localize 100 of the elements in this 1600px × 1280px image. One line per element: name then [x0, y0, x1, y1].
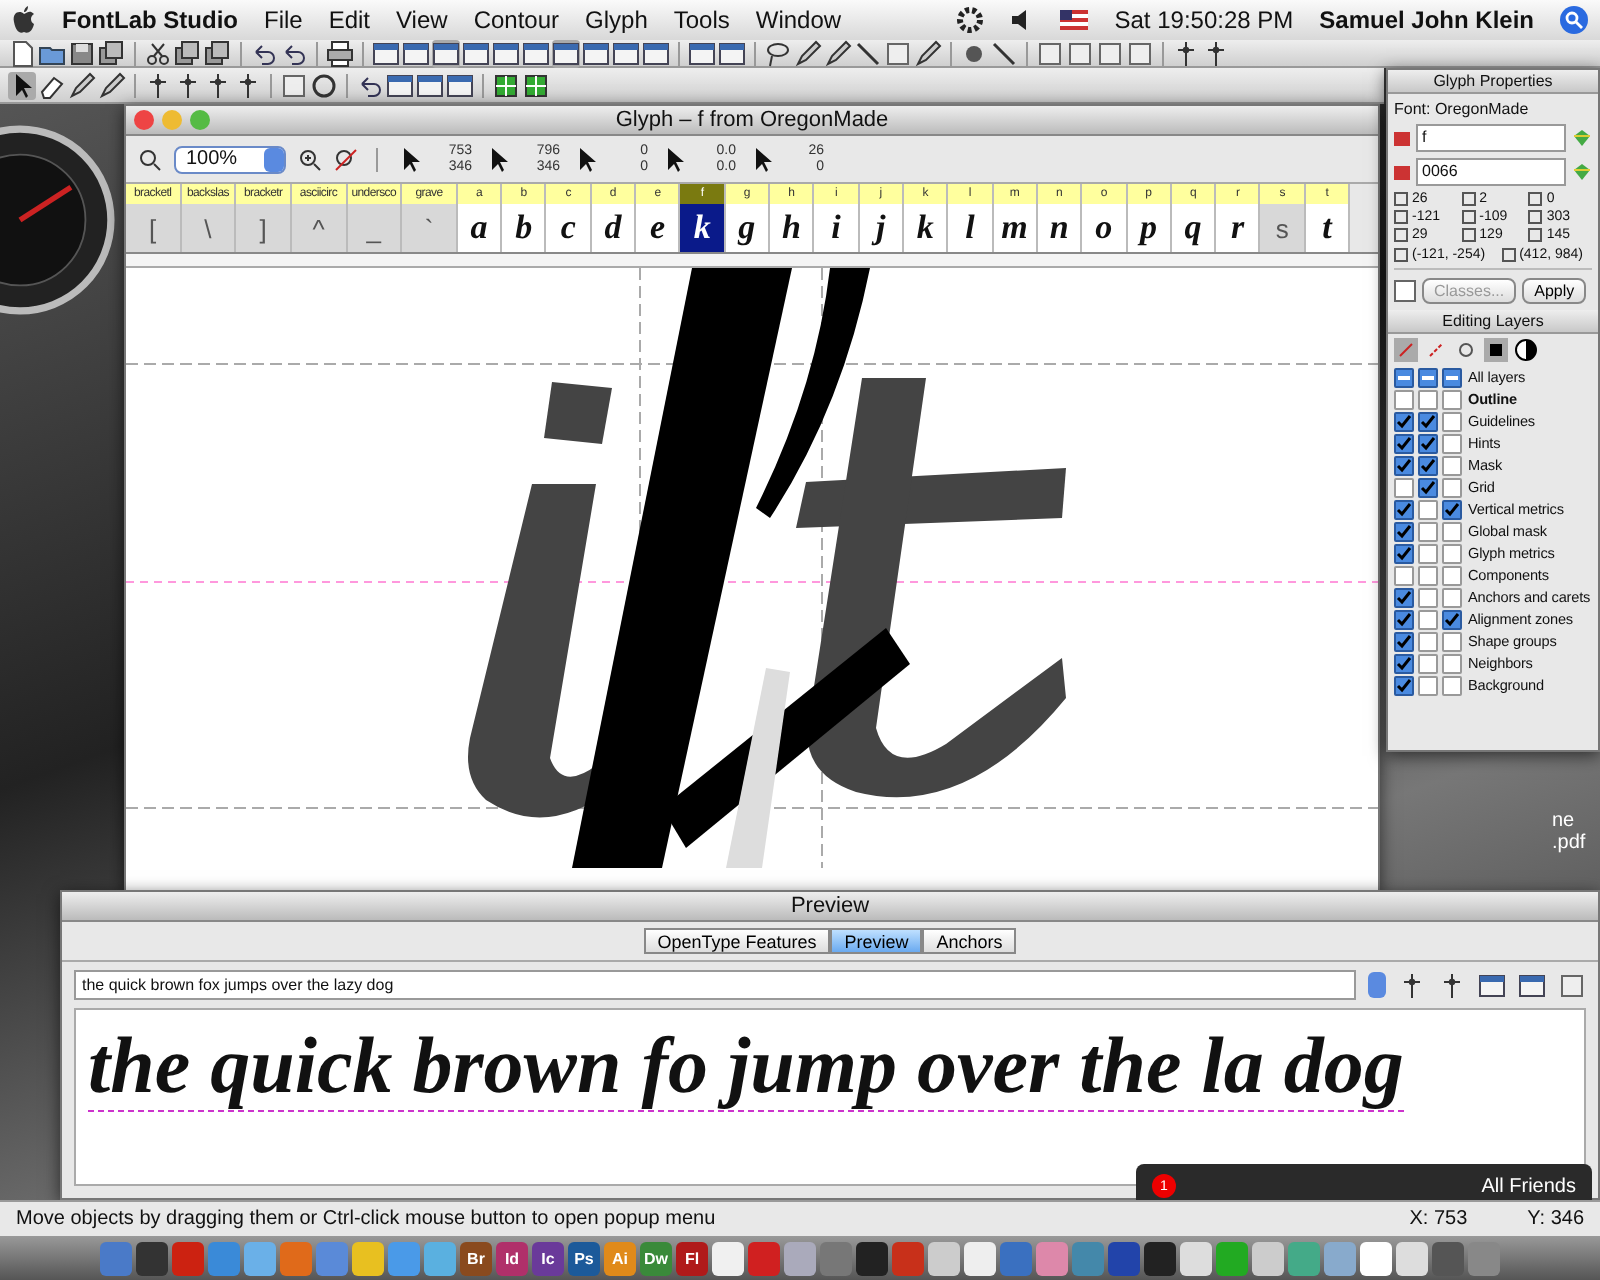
node-tool-icon[interactable]: [1424, 338, 1448, 362]
layer-checkbox[interactable]: [1394, 477, 1414, 497]
font-glyph-tile[interactable]: n: [1037, 204, 1081, 252]
font-glyph-tile[interactable]: q: [1171, 204, 1215, 252]
layer-checkbox[interactable]: [1394, 587, 1414, 607]
stack-icon[interactable]: [98, 39, 126, 67]
yin-yang-icon[interactable]: [1514, 338, 1538, 362]
layer-checkbox[interactable]: [1394, 565, 1414, 585]
tab[interactable]: Preview: [830, 928, 923, 954]
node-icon[interactable]: [234, 71, 262, 99]
window-icon[interactable]: [642, 39, 670, 67]
window-icon[interactable]: [446, 71, 474, 99]
layer-checkbox[interactable]: [1394, 433, 1414, 453]
font-glyph-tile[interactable]: ^: [291, 204, 346, 252]
grid-icon[interactable]: [522, 71, 550, 99]
undo-icon[interactable]: [356, 71, 384, 99]
layer-checkbox[interactable]: [1394, 367, 1414, 387]
node-icon[interactable]: [1172, 39, 1200, 67]
menu-item[interactable]: File: [263, 6, 303, 34]
font-glyph-tile[interactable]: _: [347, 204, 401, 252]
layer-checkbox[interactable]: [1442, 609, 1462, 629]
square-icon[interactable]: [1126, 39, 1154, 67]
layer-checkbox[interactable]: [1442, 433, 1462, 453]
square-icon[interactable]: [1036, 39, 1064, 67]
window-icon[interactable]: [522, 39, 550, 67]
menu-item[interactable]: Contour: [473, 6, 560, 34]
layer-checkbox[interactable]: [1394, 389, 1414, 409]
layer-checkbox[interactable]: [1442, 389, 1462, 409]
layer-checkbox[interactable]: [1394, 675, 1414, 695]
font-glyph-tile[interactable]: s: [1260, 204, 1304, 252]
ring-icon[interactable]: [310, 71, 338, 99]
window-icon[interactable]: [432, 39, 460, 67]
font-glyph-tile[interactable]: d: [591, 204, 635, 252]
font-glyph-tile[interactable]: e: [636, 204, 679, 252]
window-icon[interactable]: [492, 39, 520, 67]
menu-item[interactable]: Tools: [673, 6, 730, 34]
font-glyph-tile[interactable]: k: [903, 204, 947, 252]
line-icon[interactable]: [990, 39, 1018, 67]
layer-checkbox[interactable]: [1394, 653, 1414, 673]
window-icon[interactable]: [1518, 971, 1546, 999]
window-icon[interactable]: [612, 39, 640, 67]
window-icon[interactable]: [1478, 971, 1506, 999]
tab[interactable]: OpenType Features: [643, 928, 831, 954]
layer-checkbox[interactable]: [1418, 565, 1438, 585]
layer-checkbox[interactable]: [1418, 455, 1438, 475]
dock-app-icon[interactable]: Dw: [640, 1241, 672, 1275]
close-button[interactable]: [134, 110, 154, 130]
search-icon[interactable]: [138, 147, 162, 171]
font-glyph-tile[interactable]: c: [546, 204, 590, 252]
layer-checkbox[interactable]: [1418, 587, 1438, 607]
font-glyph-tile[interactable]: h: [770, 204, 813, 252]
menu-item[interactable]: View: [396, 6, 448, 34]
desktop-file-label[interactable]: ne: [1552, 810, 1575, 832]
grid-icon[interactable]: [492, 71, 520, 99]
layer-checkbox[interactable]: [1442, 455, 1462, 475]
desktop-file-label[interactable]: .pdf: [1552, 832, 1586, 854]
gear-icon[interactable]: [956, 6, 985, 34]
printer-icon[interactable]: [326, 39, 354, 67]
dock-app-icon[interactable]: [856, 1241, 888, 1275]
window-icon[interactable]: [462, 39, 490, 67]
layer-checkbox[interactable]: [1418, 433, 1438, 453]
layer-checkbox[interactable]: [1442, 631, 1462, 651]
font-glyph-tile[interactable]: a: [457, 204, 501, 252]
square-icon[interactable]: [1558, 971, 1586, 999]
scissors-icon[interactable]: [144, 39, 172, 67]
layer-checkbox[interactable]: [1394, 411, 1414, 431]
layer-checkbox[interactable]: [1418, 477, 1438, 497]
font-glyph-tile[interactable]: r: [1216, 204, 1259, 252]
fill-icon[interactable]: [1484, 338, 1508, 362]
stack-icon[interactable]: [174, 39, 202, 67]
square-icon[interactable]: [884, 39, 912, 67]
layer-checkbox[interactable]: [1442, 587, 1462, 607]
dock-app-icon[interactable]: Fl: [676, 1241, 708, 1275]
square-icon[interactable]: [1066, 39, 1094, 67]
dock-app-icon[interactable]: Id: [496, 1241, 528, 1275]
menu-item[interactable]: Window: [755, 6, 842, 34]
node-icon[interactable]: [1438, 971, 1466, 999]
font-glyph-tile[interactable]: i: [814, 204, 858, 252]
node-tool-icon[interactable]: [1454, 338, 1478, 362]
zoom-in-icon[interactable]: [298, 147, 322, 171]
layer-checkbox[interactable]: [1418, 675, 1438, 695]
node-icon[interactable]: [144, 71, 172, 99]
layer-checkbox[interactable]: [1418, 543, 1438, 563]
flag-icon[interactable]: [1060, 10, 1089, 30]
font-glyph-tile[interactable]: g: [725, 204, 769, 252]
dock-app-icon[interactable]: [1360, 1241, 1392, 1275]
font-glyph-tile[interactable]: b: [502, 204, 545, 252]
font-glyph-tile[interactable]: p: [1127, 204, 1170, 252]
window-icon[interactable]: [688, 39, 716, 67]
layer-checkbox[interactable]: [1442, 653, 1462, 673]
menu-item[interactable]: Edit: [328, 6, 371, 34]
font-glyph-tile[interactable]: j: [859, 204, 902, 252]
layer-checkbox[interactable]: [1394, 543, 1414, 563]
window-icon[interactable]: [386, 71, 414, 99]
layer-checkbox[interactable]: [1442, 543, 1462, 563]
layer-checkbox[interactable]: [1394, 499, 1414, 519]
layer-checkbox[interactable]: [1394, 455, 1414, 475]
disclosure-button[interactable]: [1394, 280, 1416, 302]
dock-app-icon[interactable]: Ic: [532, 1241, 564, 1275]
layer-checkbox[interactable]: [1418, 389, 1438, 409]
